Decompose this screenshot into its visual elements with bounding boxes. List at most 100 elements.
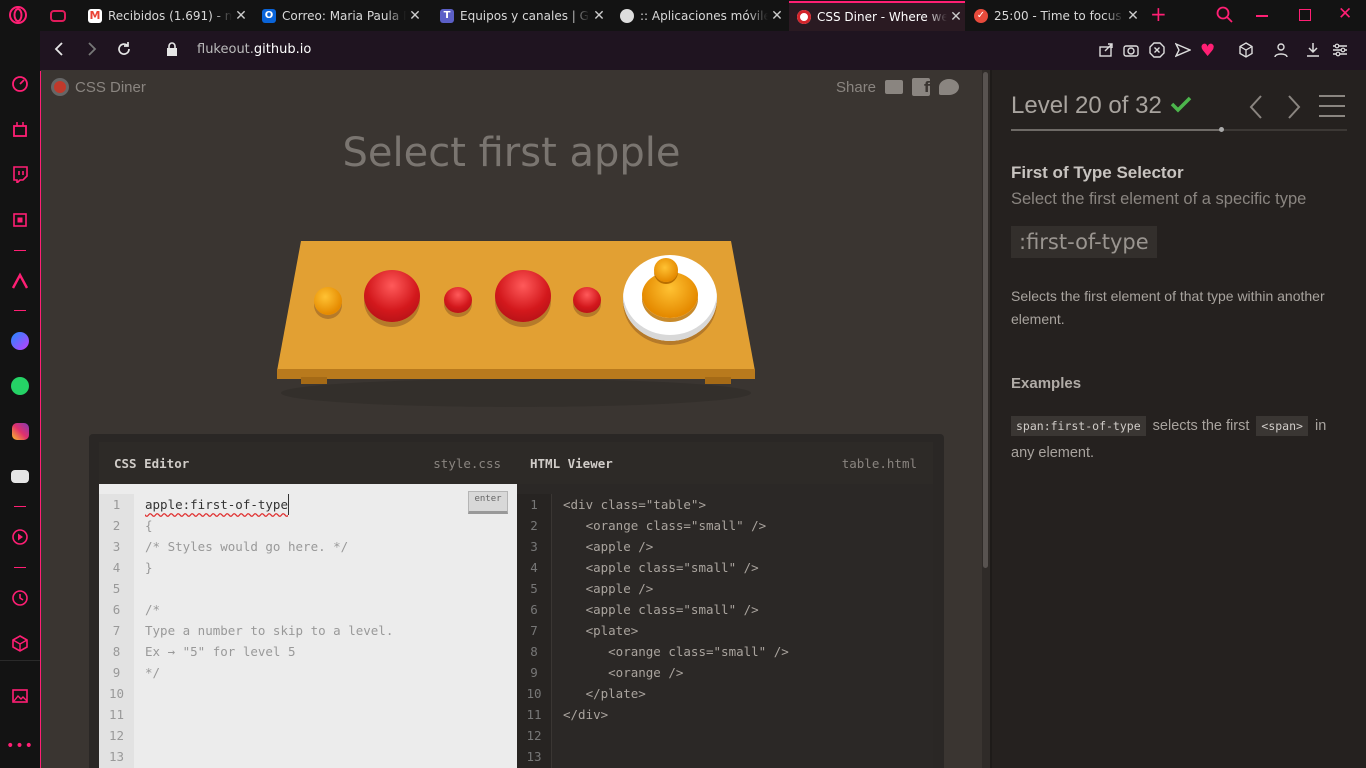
- back-icon[interactable]: [52, 40, 66, 62]
- tab-outlook[interactable]: O Correo: Maria Paula Flo ✕: [254, 3, 424, 29]
- html-viewer-filename: table.html: [841, 456, 917, 471]
- instagram-icon[interactable]: [10, 421, 30, 441]
- line-number: 1: [112, 497, 121, 512]
- line-number: 13: [108, 749, 125, 764]
- facebook-icon[interactable]: f: [912, 78, 931, 96]
- css-input[interactable]: apple:first-of-type: [145, 494, 289, 515]
- tab-teams[interactable]: T Equipos y canales | Gen ✕: [432, 3, 608, 29]
- apple[interactable]: [495, 270, 551, 322]
- close-tab-icon[interactable]: ✕: [406, 8, 424, 24]
- example-code: span:first-of-type: [1011, 416, 1146, 436]
- reload-icon[interactable]: [116, 41, 132, 61]
- url-prefix: flukeout.: [197, 42, 254, 57]
- enter-button[interactable]: enter: [468, 491, 508, 514]
- new-tab-button[interactable]: +: [1150, 2, 1167, 26]
- tab-games[interactable]: [42, 3, 78, 29]
- tab-pomodoro[interactable]: ✓ 25:00 - Time to focus! ✕: [966, 3, 1142, 29]
- css-code-line: Ex → "5" for level 5: [145, 644, 296, 659]
- example-text-2: in: [1314, 418, 1327, 434]
- discord-icon[interactable]: [10, 466, 30, 486]
- html-code-line: <orange class="small" />: [563, 518, 767, 533]
- more-icon[interactable]: •••: [6, 736, 33, 756]
- share-label: Share: [836, 78, 877, 96]
- html-code-line: <apple class="small" />: [563, 560, 759, 575]
- speed-dial-icon[interactable]: [10, 74, 30, 94]
- gx-control-icon[interactable]: [10, 119, 30, 139]
- search-tabs-icon[interactable]: [1216, 6, 1234, 28]
- snapshot-icon[interactable]: [1123, 42, 1139, 62]
- close-window-icon[interactable]: ✕: [1338, 4, 1352, 24]
- messenger-icon[interactable]: [10, 331, 30, 351]
- apple-small[interactable]: [444, 287, 472, 313]
- send-icon[interactable]: [1174, 42, 1192, 62]
- email-icon[interactable]: [885, 80, 904, 94]
- line-number: 9: [112, 665, 121, 680]
- html-markup[interactable]: <div class="table"> <orange class="small…: [563, 494, 789, 767]
- opera-logo-icon[interactable]: [8, 5, 28, 25]
- apple-small[interactable]: [573, 287, 601, 313]
- level-indicator: Level 20 of 32: [1011, 92, 1192, 120]
- cpu-limiter-icon[interactable]: [10, 210, 30, 230]
- line-number: 8: [530, 644, 538, 659]
- html-code-line: <orange />: [563, 665, 684, 680]
- aria-icon[interactable]: [10, 271, 30, 291]
- adblock-icon[interactable]: [1149, 42, 1165, 62]
- brand[interactable]: CSS Diner: [51, 78, 146, 96]
- close-tab-icon[interactable]: ✕: [590, 8, 608, 24]
- close-tab-icon[interactable]: ✕: [947, 9, 965, 25]
- html-line-numbers: 1 2 3 4 5 6 7 8 9 10 11 12 13: [517, 494, 552, 768]
- divider: [14, 567, 26, 568]
- progress-dot: [1219, 127, 1224, 132]
- apple[interactable]: [364, 270, 420, 322]
- tab-css-diner[interactable]: CSS Diner - Where we f ✕: [789, 1, 965, 31]
- line-number: 7: [112, 623, 121, 638]
- heart-icon[interactable]: ♥: [1200, 41, 1215, 61]
- progress-fill: [1011, 127, 1224, 132]
- scrollbar-thumb[interactable]: [983, 72, 988, 568]
- orange-small[interactable]: [654, 258, 678, 282]
- tab-apps[interactable]: :: Aplicaciones móviles ✕: [612, 3, 786, 29]
- line-number: 10: [526, 686, 542, 701]
- next-level-icon[interactable]: [1286, 94, 1302, 124]
- easy-setup-icon[interactable]: [1332, 42, 1348, 62]
- brand-name: CSS Diner: [75, 78, 146, 96]
- whatsapp-icon[interactable]: [10, 376, 30, 396]
- forward-icon[interactable]: [85, 40, 99, 62]
- html-code-line: <apple />: [563, 581, 654, 596]
- twitch-icon[interactable]: [10, 164, 30, 184]
- lock-icon[interactable]: [166, 42, 178, 61]
- orange-small[interactable]: [314, 287, 342, 315]
- browser-sidebar: •••: [0, 31, 41, 768]
- player-icon[interactable]: [10, 527, 30, 547]
- example-text-1: selects the first: [1152, 418, 1250, 434]
- html-code-line: [563, 746, 789, 767]
- line-number: 2: [530, 518, 538, 533]
- check-icon: ✓: [974, 9, 988, 23]
- extensions-icon[interactable]: [10, 633, 30, 653]
- close-tab-icon[interactable]: ✕: [232, 8, 250, 24]
- css-diner-page: CSS Diner Share f Select first apple CSS…: [41, 70, 982, 768]
- line-number: 5: [530, 581, 538, 596]
- previous-level-icon[interactable]: [1248, 94, 1264, 124]
- url-field[interactable]: flukeout.github.io: [197, 42, 311, 57]
- level-menu-icon[interactable]: [1318, 94, 1346, 122]
- close-tab-icon[interactable]: ✕: [1124, 8, 1142, 24]
- css-code-line: /* Styles would go here. */: [145, 539, 349, 554]
- syntax-box: :first-of-type: [1011, 226, 1157, 258]
- share-page-icon[interactable]: [1098, 42, 1114, 62]
- close-tab-icon[interactable]: ✕: [768, 8, 786, 24]
- tab-gmail[interactable]: M Recibidos (1.691) - mar ✕: [80, 3, 250, 29]
- wallpaper-icon[interactable]: [10, 686, 30, 706]
- package-icon[interactable]: [1238, 42, 1254, 62]
- example: span:first-of-type selects the first <sp…: [1011, 413, 1351, 467]
- twitter-icon[interactable]: [939, 79, 960, 95]
- tab-title: CSS Diner - Where we f: [817, 10, 947, 24]
- history-icon[interactable]: [10, 588, 30, 608]
- css-diner-icon: [797, 10, 811, 24]
- download-icon[interactable]: [1305, 42, 1321, 62]
- restore-icon[interactable]: [1299, 9, 1311, 21]
- minimize-icon[interactable]: [1256, 15, 1268, 17]
- html-code-line: [563, 725, 789, 746]
- profile-icon[interactable]: [1273, 42, 1289, 62]
- line-number: 5: [112, 581, 121, 596]
